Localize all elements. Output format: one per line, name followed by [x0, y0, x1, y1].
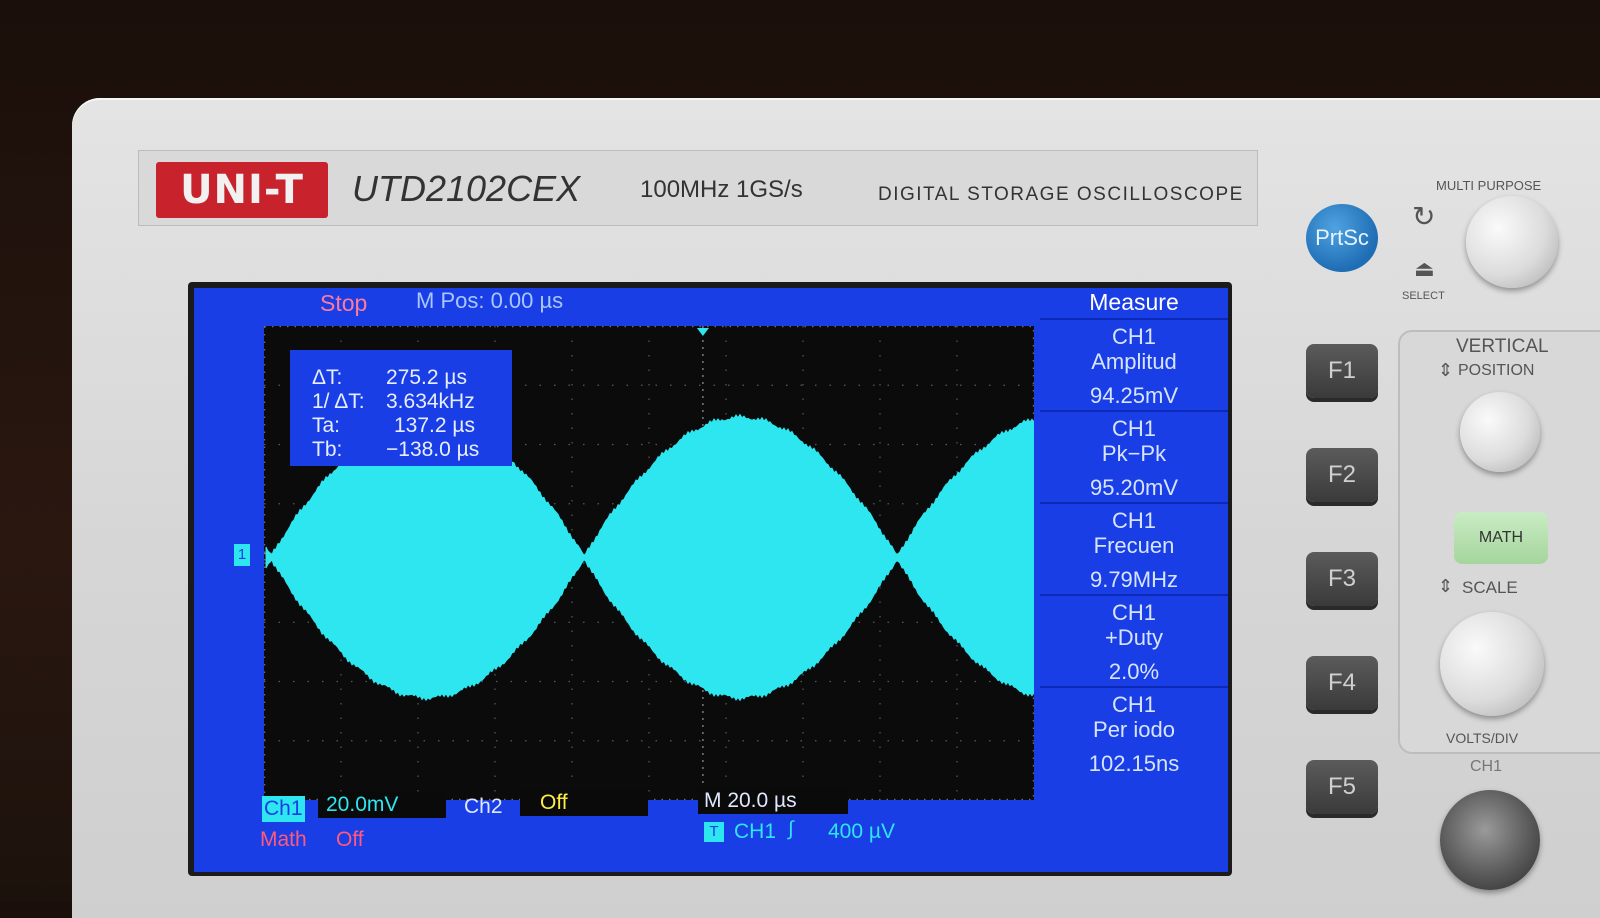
measure-channel: CH1	[1111, 324, 1156, 349]
ch2-label: Ch2	[464, 795, 503, 818]
timebase: M 20.0 µs	[704, 789, 797, 812]
measure-channel: CH1	[1111, 692, 1156, 717]
cursor-label: ΔT:	[312, 366, 343, 389]
measure-channel: CH1	[1111, 600, 1156, 625]
ch2-state: Off	[540, 791, 568, 814]
ch1-bnc-connector	[1440, 790, 1540, 890]
m-pos: M Pos: 0.00 µs	[416, 288, 564, 313]
measure-name: Amplitud	[1091, 349, 1177, 374]
math-label: Math	[260, 828, 307, 851]
measure-channel: CH1	[1111, 508, 1156, 533]
trigger-position-marker	[696, 328, 709, 336]
f1-button[interactable]: F1	[1306, 344, 1378, 398]
device-type: DIGITAL STORAGE OSCILLOSCOPE	[878, 184, 1244, 205]
rotate-icon: ↻	[1412, 201, 1436, 232]
trigger-source: CH1	[734, 820, 777, 843]
measure-item: CH1 Frecuen 9.79MHz	[1040, 504, 1228, 596]
measure-title: Measure	[1040, 288, 1228, 320]
multi-purpose-knob[interactable]	[1466, 196, 1558, 288]
measure-name: Frecuen	[1093, 533, 1175, 558]
channel-1-marker: 1	[234, 544, 250, 566]
f2-button[interactable]: F2	[1306, 448, 1378, 502]
position-label: POSITION	[1458, 362, 1535, 379]
measure-name: +Duty	[1104, 625, 1164, 650]
scale-label: SCALE	[1462, 578, 1518, 597]
math-state: Off	[336, 828, 364, 851]
cursor-value: 137.2 µs	[394, 414, 475, 437]
device-spec: 100MHz 1GS/s	[640, 176, 803, 203]
rising-edge-icon: ∫	[788, 818, 794, 840]
f3-button[interactable]: F3	[1306, 552, 1378, 606]
measure-item: CH1 Per iodo 102.15ns	[1040, 688, 1228, 780]
measure-item: CH1 Amplitud 94.25mV	[1040, 320, 1228, 412]
measure-value: 102.15ns	[1088, 751, 1180, 776]
ch1-input-label: CH1	[1470, 758, 1503, 775]
measure-value: 2.0%	[1108, 659, 1160, 684]
ch1-label: Ch1	[262, 796, 305, 822]
scale-knob[interactable]	[1440, 612, 1544, 716]
prtsc-button[interactable]: PrtSc	[1306, 204, 1378, 272]
measure-value: 94.25mV	[1089, 383, 1179, 408]
position-knob[interactable]	[1460, 392, 1540, 472]
multi-purpose-label: MULTI PURPOSE	[1436, 178, 1542, 193]
measure-item: CH1 +Duty 2.0%	[1040, 596, 1228, 688]
brand-logo: UNI-T	[156, 162, 328, 218]
ch1-scale: 20.0mV	[326, 793, 399, 816]
cursor-value: 3.634kHz	[386, 390, 475, 413]
select-icon: ⏏	[1414, 256, 1435, 281]
model-name: UTD2102CEX	[352, 168, 581, 209]
cursor-readout: ΔT: 275.2 µs 1/ ΔT: 3.634kHz Ta: 137.2 µ…	[290, 350, 512, 466]
cursor-label: Tb:	[312, 438, 343, 461]
updown-icon: ⇕	[1438, 360, 1454, 380]
measure-value: 9.79MHz	[1089, 567, 1179, 592]
measure-name: Per iodo	[1093, 717, 1175, 742]
select-label: SELECT	[1402, 290, 1445, 302]
math-button[interactable]: MATH	[1454, 512, 1548, 564]
cursor-label: Ta:	[312, 414, 341, 437]
f4-button[interactable]: F4	[1306, 656, 1378, 710]
cursor-label: 1/ ΔT:	[312, 390, 365, 413]
trigger-icon: T	[704, 822, 724, 842]
volts-div-label: VOLTS/DIV	[1446, 730, 1519, 746]
cursor-value: −138.0 µs	[386, 438, 480, 461]
measure-panel: Measure CH1 Amplitud 94.25mV CH1 Pk−Pk 9…	[1040, 288, 1228, 788]
cursor-value: 275.2 µs	[386, 366, 467, 389]
measure-channel: CH1	[1111, 416, 1156, 441]
run-state: Stop	[320, 290, 368, 316]
updown-icon: ⇕	[1438, 576, 1454, 596]
oscilloscope-screen: Stop M Pos: 0.00 µs ΔT: 275.2 µs 1/ ΔT: …	[194, 288, 1228, 872]
f5-button[interactable]: F5	[1306, 760, 1378, 814]
measure-item: CH1 Pk−Pk 95.20mV	[1040, 412, 1228, 504]
vertical-label: VERTICAL	[1456, 336, 1549, 357]
measure-value: 95.20mV	[1089, 475, 1179, 500]
measure-name: Pk−Pk	[1101, 441, 1167, 466]
trigger-level: 400 µV	[828, 820, 895, 843]
